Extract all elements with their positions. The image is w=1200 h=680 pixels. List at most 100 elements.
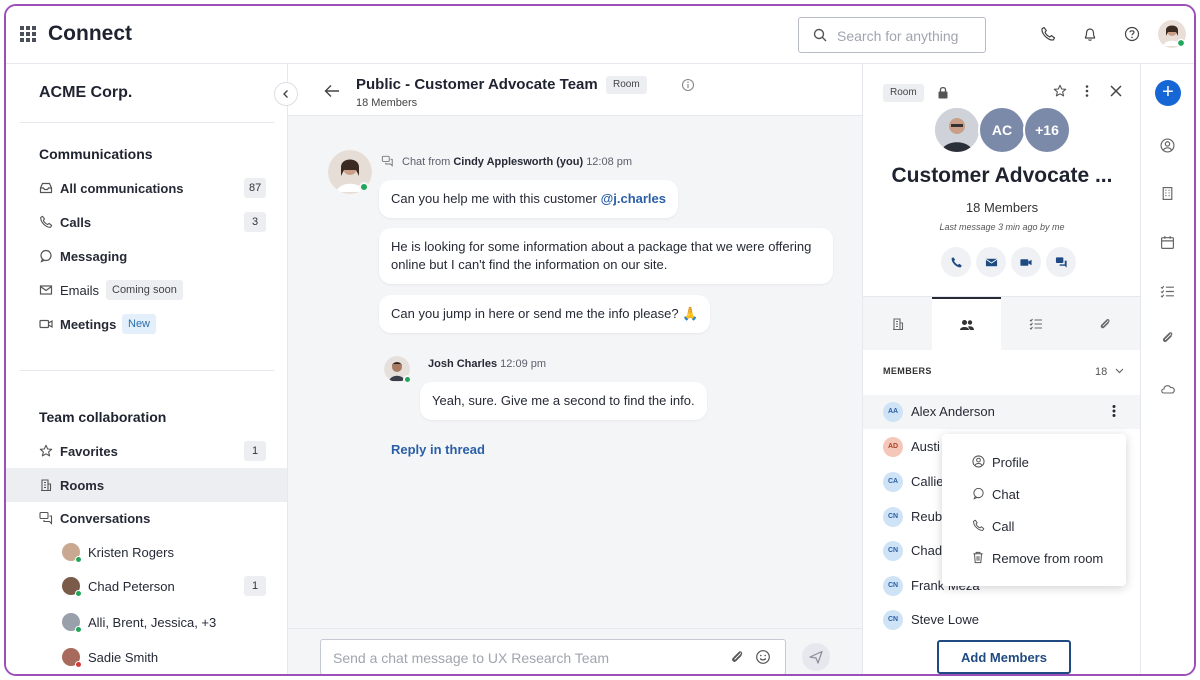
user-avatar[interactable]: [1158, 20, 1186, 48]
profile-icon[interactable]: [1160, 138, 1175, 153]
phone-icon[interactable]: [1040, 26, 1056, 42]
info-icon[interactable]: [681, 78, 695, 92]
conversation-icon: [39, 511, 53, 525]
message-bubble[interactable]: Can you help me with this customer @j.ch…: [379, 180, 678, 218]
email-button[interactable]: [976, 247, 1006, 277]
send-button[interactable]: [802, 643, 830, 671]
chat-pane: Public - Customer Advocate Team Room 18 …: [288, 64, 862, 674]
sidebar-item-label: Favorites: [60, 444, 118, 459]
menu-item-label: Remove from room: [992, 551, 1104, 566]
search-input[interactable]: [837, 26, 977, 46]
org-name: ACME Corp.: [39, 84, 133, 101]
communications-title: Communications: [39, 146, 153, 162]
more-options-icon[interactable]: [1111, 403, 1117, 419]
conversation-item-group[interactable]: Alli, Brent, Jessica, +3: [6, 605, 287, 639]
call-button[interactable]: [941, 247, 971, 277]
add-members-button[interactable]: Add Members: [937, 640, 1071, 674]
checklist-icon[interactable]: [1160, 284, 1175, 299]
back-arrow-icon[interactable]: [324, 84, 340, 98]
mention-link[interactable]: @j.charles: [601, 191, 666, 206]
inbox-icon: [39, 181, 53, 195]
new-tag: New: [122, 314, 157, 334]
building-icon[interactable]: [1160, 186, 1175, 201]
video-button[interactable]: [1011, 247, 1041, 277]
message-input[interactable]: [333, 649, 713, 667]
star-icon[interactable]: [1053, 84, 1067, 98]
tab-members[interactable]: [932, 297, 1001, 351]
sidebar-item-label: Emails: [60, 283, 100, 298]
menu-item-remove[interactable]: Remove from room: [942, 542, 1126, 574]
sidebar-item-calls[interactable]: Calls 3: [6, 205, 287, 239]
chat-button[interactable]: [1046, 247, 1076, 277]
attachment-icon[interactable]: [1160, 330, 1175, 345]
sidebar-item-label: Meetings: [60, 317, 117, 332]
cloud-icon[interactable]: [1160, 382, 1176, 395]
sidebar-item-emails[interactable]: Emails Coming soon: [6, 273, 287, 307]
member-row[interactable]: AA Alex Anderson: [863, 395, 1141, 429]
conversation-name: Chad Peterson: [88, 579, 175, 594]
menu-item-call[interactable]: Call: [942, 510, 1126, 542]
conversation-name: Alli, Brent, Jessica, +3: [88, 615, 217, 630]
email-icon: [39, 283, 53, 297]
building-icon: [39, 478, 53, 492]
menu-item-label: Chat: [992, 487, 1020, 502]
sidebar-item-favorites[interactable]: Favorites 1: [6, 434, 287, 468]
close-icon[interactable]: [1109, 84, 1123, 98]
chat-member-count: 18 Members: [356, 97, 418, 109]
conversation-item-chad-peterson[interactable]: Chad Peterson 1: [6, 569, 287, 603]
sidebar-item-label: Calls: [60, 215, 92, 230]
room-tabs: [863, 296, 1141, 351]
member-avatar: CA: [883, 472, 903, 492]
message-bubble[interactable]: Yeah, sure. Give me a second to find the…: [420, 382, 707, 420]
composer-box[interactable]: [320, 639, 786, 674]
menu-item-chat[interactable]: Chat: [942, 478, 1126, 510]
tab-attachments[interactable]: [1070, 297, 1139, 351]
chat-title: Public - Customer Advocate Team: [356, 76, 598, 93]
sidebar-item-meetings[interactable]: Meetings New: [6, 307, 287, 341]
message-icon: [39, 249, 53, 263]
emoji-icon[interactable]: [755, 649, 771, 665]
member-row[interactable]: CN Steve Lowe: [863, 603, 1141, 637]
sender-name: Cindy Applesworth (you): [453, 156, 584, 168]
message-time: 12:09 pm: [500, 358, 547, 370]
more-options-icon[interactable]: [1084, 84, 1090, 98]
add-button[interactable]: +: [1155, 80, 1181, 106]
send-icon: [809, 650, 823, 664]
star-icon: [39, 444, 53, 458]
members-header: MEMBERS: [883, 366, 932, 376]
sender-name: Josh Charles: [428, 358, 498, 370]
tab-room-info[interactable]: [863, 297, 932, 351]
room-tag: Room: [883, 84, 924, 102]
sidebar-item-messaging[interactable]: Messaging: [6, 239, 287, 273]
calendar-icon[interactable]: [1160, 235, 1175, 250]
attachment-icon: [1100, 319, 1109, 329]
chevron-down-icon[interactable]: [1115, 368, 1124, 374]
sidebar-item-conversations[interactable]: Conversations: [6, 501, 287, 535]
conversation-item-sadie-smith[interactable]: Sadie Smith: [6, 640, 287, 674]
conversation-item-kristen-rogers[interactable]: Kristen Rogers: [6, 535, 287, 569]
tab-tasks[interactable]: [1001, 297, 1070, 351]
app-launcher-icon[interactable]: [20, 26, 36, 42]
coming-soon-tag: Coming soon: [106, 280, 183, 300]
help-icon[interactable]: [1124, 26, 1140, 42]
reply-in-thread-link[interactable]: Reply in thread: [391, 442, 485, 457]
search-icon: [813, 28, 827, 42]
bell-icon[interactable]: [1082, 26, 1098, 42]
video-icon: [39, 317, 53, 331]
presence-indicator: [75, 626, 82, 633]
member-avatar: AD: [883, 437, 903, 457]
collapse-sidebar-button[interactable]: [274, 82, 298, 106]
sidebar-item-label: Messaging: [60, 249, 128, 264]
message-composer: [288, 628, 862, 674]
presence-indicator: [75, 556, 82, 563]
sidebar-item-all-communications[interactable]: All communications 87: [6, 171, 287, 205]
member-name: Chad: [911, 543, 943, 558]
app-window: Connect ACME Corp. Communications: [4, 4, 1196, 676]
search-box[interactable]: [798, 17, 986, 53]
attachment-icon[interactable]: [729, 649, 745, 665]
message-bubble[interactable]: He is looking for some information about…: [379, 228, 833, 284]
message-bubble[interactable]: Can you jump in here or send me the info…: [379, 295, 711, 333]
phone-icon: [951, 256, 962, 267]
menu-item-profile[interactable]: Profile: [942, 446, 1126, 478]
sidebar-item-rooms[interactable]: Rooms: [6, 468, 287, 502]
